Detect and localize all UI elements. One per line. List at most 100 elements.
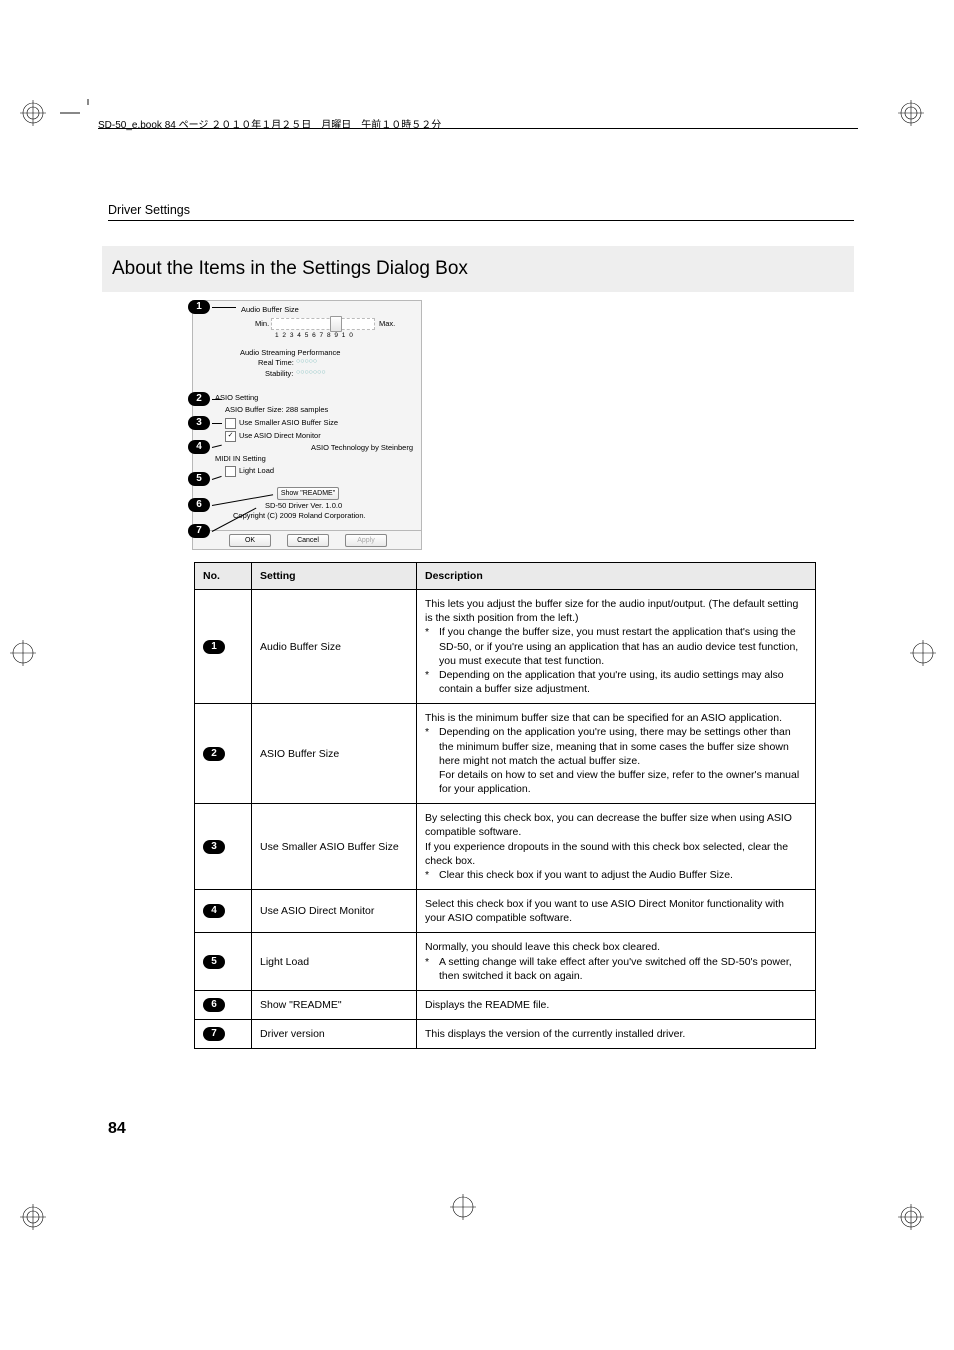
asterisk-icon: *: [425, 668, 439, 682]
desc-bullet-text: Clear this check box if you want to adju…: [439, 868, 733, 882]
running-head-rule: [108, 220, 854, 221]
light-load-label: Light Load: [239, 466, 274, 475]
desc-bullet: *Depending on the application that you'r…: [425, 668, 807, 696]
row-no-cell: 1: [195, 590, 252, 704]
table-row: 4Use ASIO Direct MonitorSelect this chec…: [195, 890, 816, 933]
desc-bullet-text: Depending on the application you're usin…: [439, 725, 807, 796]
table-header-row: No. Setting Description: [195, 563, 816, 590]
table-row: 3 Use Smaller ASIO Buffer Size By selectin…: [195, 804, 816, 890]
desc-bullet: *If you change the buffer size, you must…: [425, 625, 807, 668]
row-badge: 7: [203, 1027, 225, 1041]
driver-version-text: SD-50 Driver Ver. 1.0.0: [265, 501, 342, 510]
row-setting-cell: ASIO Buffer Size: [252, 704, 417, 804]
asterisk-icon: *: [425, 955, 439, 969]
aspe-label: Audio Streaming Performance: [240, 348, 340, 357]
desc-text: If you experience dropouts in the sound …: [425, 840, 807, 868]
reg-mark-icon: [898, 100, 924, 126]
audio-buffer-size-label: Audio Buffer Size: [241, 305, 299, 314]
settings-table: No. Setting Description 1 Audio Buffer Si…: [194, 562, 816, 1049]
callout-badge: 7: [188, 524, 210, 538]
asterisk-icon: *: [425, 868, 439, 882]
desc-text: Displays the README file.: [425, 998, 807, 1012]
asterisk-icon: *: [425, 725, 439, 739]
reg-mark-icon: [20, 1204, 46, 1230]
row-description-cell: This lets you adjust the buffer size for…: [417, 590, 816, 704]
header-rule: [98, 128, 858, 129]
asterisk-icon: *: [425, 625, 439, 639]
ok-button[interactable]: OK: [229, 534, 271, 547]
desc-bullet: *Depending on the application you're usi…: [425, 725, 807, 796]
callout-badge: 3: [188, 416, 210, 430]
reg-mark-icon: [910, 640, 936, 666]
table-row: 6 Show "README" Displays the README file.: [195, 990, 816, 1019]
page-number: 84: [108, 1120, 126, 1138]
callout-line: [212, 399, 222, 400]
stability-label: Stability:: [265, 369, 293, 378]
row-no-cell: 4: [195, 890, 252, 933]
th-setting: Setting: [252, 563, 417, 590]
row-badge: 5: [203, 955, 225, 969]
realtime-label: Real Time:: [258, 358, 294, 367]
min-label: Min.: [255, 319, 269, 328]
table-row: 1 Audio Buffer Size This lets you adjust t…: [195, 590, 816, 704]
row-setting-cell: Light Load: [252, 933, 417, 991]
row-description-cell: This is the minimum buffer size that can…: [417, 704, 816, 804]
row-description-cell: By selecting this check box, you can dec…: [417, 804, 816, 890]
use-asio-direct-monitor-checkbox[interactable]: ✓: [225, 431, 236, 442]
apply-button[interactable]: Apply: [345, 534, 387, 547]
row-badge: 6: [203, 998, 225, 1012]
buffer-size-slider[interactable]: [271, 318, 375, 330]
callout-badge: 4: [188, 440, 210, 454]
slider-ticks: 12345678910: [275, 332, 357, 339]
desc-text: This is the minimum buffer size that can…: [425, 711, 807, 725]
th-description: Description: [417, 563, 816, 590]
desc-text: Select this check box if you want to use…: [425, 897, 807, 925]
desc-text: This displays the version of the current…: [425, 1027, 807, 1041]
desc-bullet-text: A setting change will take effect after …: [439, 955, 807, 983]
row-description-cell: Displays the README file.: [417, 990, 816, 1019]
reg-mark-icon: [450, 1194, 476, 1220]
row-description-cell: This displays the version of the current…: [417, 1020, 816, 1049]
callout-line: [212, 307, 236, 308]
row-no-cell: 6: [195, 990, 252, 1019]
row-setting-cell: Audio Buffer Size: [252, 590, 417, 704]
callout-badge: 1: [188, 300, 210, 314]
settings-dialog: Audio Buffer Size Min. Max. 12345678910 …: [192, 300, 422, 550]
desc-bullet-text: If you change the buffer size, you must …: [439, 625, 807, 668]
cancel-button[interactable]: Cancel: [287, 534, 329, 547]
realtime-val: ○○○○○: [296, 358, 317, 365]
row-no-cell: 2: [195, 704, 252, 804]
desc-bullet: *Clear this check box if you want to adj…: [425, 868, 807, 882]
reg-mark-icon: [10, 640, 36, 666]
stability-val: ○○○○○○○: [296, 369, 326, 376]
table-row: 7Driver versionThis displays the version…: [195, 1020, 816, 1049]
asio-setting-label: ASIO Setting: [215, 393, 258, 402]
desc-text: Normally, you should leave this check bo…: [425, 940, 807, 954]
row-no-cell: 5: [195, 933, 252, 991]
row-setting-cell: Use Smaller ASIO Buffer Size: [252, 804, 417, 890]
use-smaller-asio-label: Use Smaller ASIO Buffer Size: [239, 418, 338, 427]
row-badge: 3: [203, 840, 225, 854]
use-smaller-asio-checkbox[interactable]: [225, 418, 236, 429]
callout-badge: 6: [188, 498, 210, 512]
max-label: Max.: [379, 319, 395, 328]
row-no-cell: 7: [195, 1020, 252, 1049]
desc-bullet-text: Depending on the application that you're…: [439, 668, 807, 696]
row-badge: 1: [203, 640, 225, 654]
row-setting-cell: Show "README": [252, 990, 417, 1019]
desc-text: By selecting this check box, you can dec…: [425, 811, 807, 839]
section-title-box: About the Items in the Settings Dialog B…: [102, 246, 854, 292]
copyright-text: Copyright (C) 2009 Roland Corporation.: [233, 511, 366, 520]
midi-in-setting-label: MIDI IN Setting: [215, 454, 266, 463]
desc-text: This lets you adjust the buffer size for…: [425, 597, 807, 625]
row-badge: 4: [203, 904, 225, 918]
running-head: Driver Settings: [108, 203, 190, 217]
use-asio-direct-monitor-label: Use ASIO Direct Monitor: [239, 431, 321, 440]
light-load-checkbox[interactable]: [225, 466, 236, 477]
row-description-cell: Select this check box if you want to use…: [417, 890, 816, 933]
show-readme-button[interactable]: Show "README": [277, 487, 339, 500]
desc-bullet: *A setting change will take effect after…: [425, 955, 807, 983]
table-row: 2ASIO Buffer Size This is the minimum buf…: [195, 704, 816, 804]
slider-thumb-icon[interactable]: [330, 316, 342, 332]
crop-mark-icon: [60, 99, 100, 142]
